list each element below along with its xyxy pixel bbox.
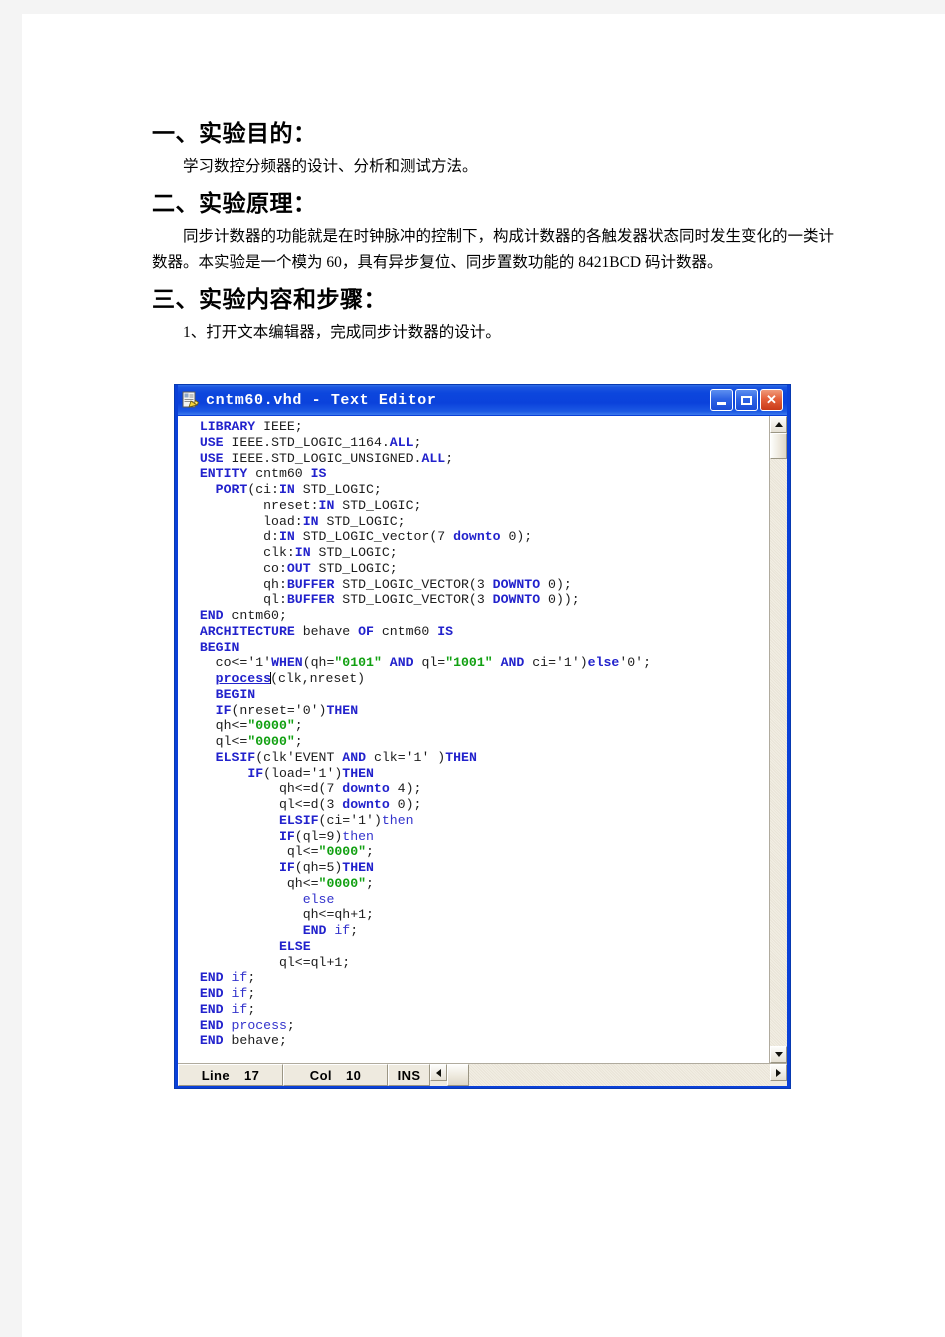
horizontal-scroll-track[interactable] [469,1064,770,1086]
horizontal-scroll-thumb[interactable] [447,1064,469,1086]
maximize-icon [741,395,752,405]
editor-statusbar: Line 17 Col 10 INS [178,1063,787,1086]
status-line-label: Line [201,1067,231,1083]
minimize-button[interactable] [710,389,733,411]
arrow-right-icon [776,1068,781,1077]
scroll-left-button[interactable] [430,1064,447,1081]
editor-client-area: LIBRARY IEEE; USE IEEE.STD_LOGIC_1164.AL… [178,415,787,1086]
maximize-button[interactable] [735,389,758,411]
arrow-left-icon [436,1068,441,1077]
vertical-scroll-track[interactable] [770,459,787,1046]
status-col-field: Col 10 [283,1064,388,1086]
vertical-scrollbar[interactable] [769,416,787,1063]
status-line-value: 17 [244,1067,260,1083]
editor-title-text: cntm60.vhd - Text Editor [206,391,437,409]
editor-titlebar[interactable]: cntm60.vhd - Text Editor ✕ [178,385,787,415]
section-paragraph-1-1: 学习数控分频器的设计、分析和测试方法。 [183,158,478,175]
vertical-scroll-thumb[interactable] [770,433,787,459]
code-row: LIBRARY IEEE; USE IEEE.STD_LOGIC_1164.AL… [178,416,787,1063]
vhdl-source-code[interactable]: LIBRARY IEEE; USE IEEE.STD_LOGIC_1164.AL… [184,419,769,1049]
status-line-field: Line 17 [178,1064,283,1086]
text-editor-window: cntm60.vhd - Text Editor ✕ LIBRARY IEEE;… [174,384,791,1089]
document-body: 一、实验目的： 学习数控分频器的设计、分析和测试方法。 二、实验原理： 同步计数… [152,114,842,350]
close-button[interactable]: ✕ [760,389,783,411]
document-page: 一、实验目的： 学习数控分频器的设计、分析和测试方法。 二、实验原理： 同步计数… [22,14,945,1337]
horizontal-scrollbar[interactable] [430,1064,787,1086]
scroll-up-button[interactable] [770,416,787,433]
document-pencil-icon [182,391,200,409]
minimize-icon [717,402,726,405]
arrow-up-icon [774,422,783,427]
section-heading-2: 二、实验原理： [152,191,317,216]
scroll-down-button[interactable] [770,1046,787,1063]
window-controls: ✕ [710,389,785,411]
status-insert-mode: INS [388,1064,430,1086]
code-editor-area[interactable]: LIBRARY IEEE; USE IEEE.STD_LOGIC_1164.AL… [178,416,769,1063]
section-heading-3: 三、实验内容和步骤： [152,287,387,312]
status-col-label: Col [309,1067,332,1083]
section-paragraph-3-1: 1、打开文本编辑器，完成同步计数器的设计。 [183,324,501,341]
section-heading-1: 一、实验目的： [152,121,317,146]
scroll-right-button[interactable] [770,1064,787,1081]
section-paragraph-2-1: 同步计数器的功能就是在时钟脉冲的控制下，构成计数器的各触发器状态同时发生变化的一… [152,228,835,271]
arrow-down-icon [774,1052,783,1057]
status-col-value: 10 [345,1067,362,1083]
